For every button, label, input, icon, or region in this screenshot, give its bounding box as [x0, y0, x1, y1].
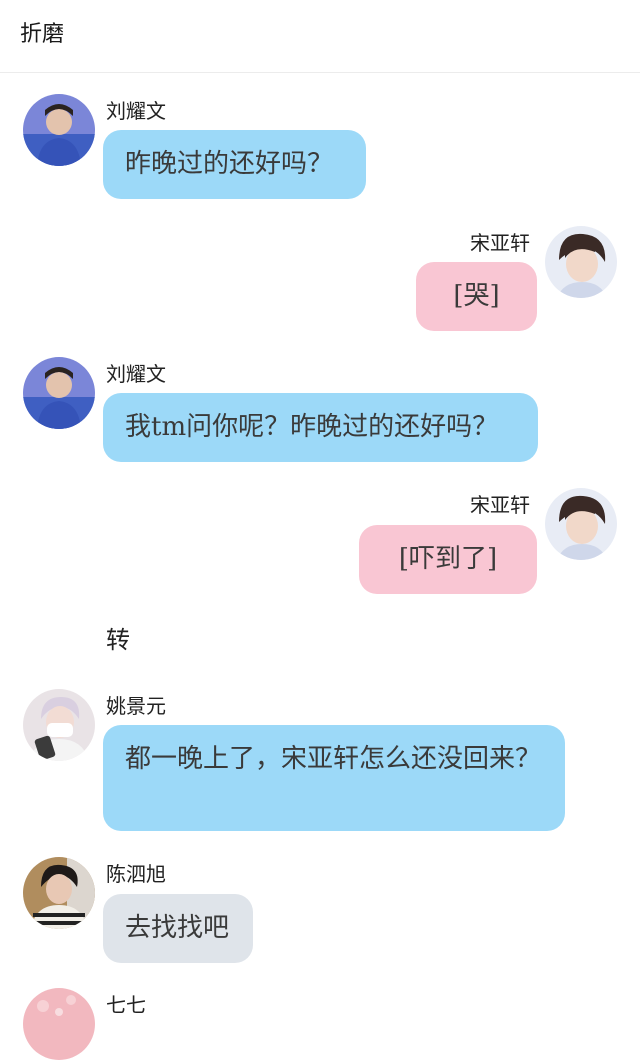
sender-name: 刘耀文 — [106, 99, 166, 123]
message-bubble[interactable]: 我tm问你呢？昨晚过的还好吗？ — [103, 393, 538, 462]
avatar-liu-yaowen[interactable] — [23, 357, 95, 429]
sender-name: 刘耀文 — [106, 362, 166, 386]
message-bubble[interactable]: 昨晚过的还好吗？ — [103, 130, 366, 199]
sender-name: 宋亚轩 — [470, 493, 530, 517]
sender-name: 七七 — [106, 993, 146, 1017]
message-bubble[interactable]: 去找找吧 — [103, 894, 253, 963]
avatar-yao-jingyuan[interactable] — [23, 689, 95, 761]
avatar-song-yaxuan[interactable] — [545, 226, 617, 298]
message-bubble[interactable]: 都一晚上了，宋亚轩怎么还没回来？ — [103, 725, 565, 831]
divider-text: 转 — [106, 626, 130, 654]
chat-header: 折磨 — [0, 0, 640, 73]
sender-name: 宋亚轩 — [470, 231, 530, 255]
message-bubble[interactable]: [哭] — [416, 262, 537, 331]
chat-title: 折磨 — [20, 22, 65, 47]
avatar-liu-yaowen[interactable] — [23, 94, 95, 166]
avatar-chen-sixu[interactable] — [23, 857, 95, 929]
avatar-song-yaxuan[interactable] — [545, 488, 617, 560]
avatar-qiqi[interactable] — [23, 988, 95, 1060]
sender-name: 陈泗旭 — [106, 862, 166, 886]
sender-name: 姚景元 — [106, 694, 166, 718]
message-bubble[interactable]: [吓到了] — [359, 525, 537, 594]
